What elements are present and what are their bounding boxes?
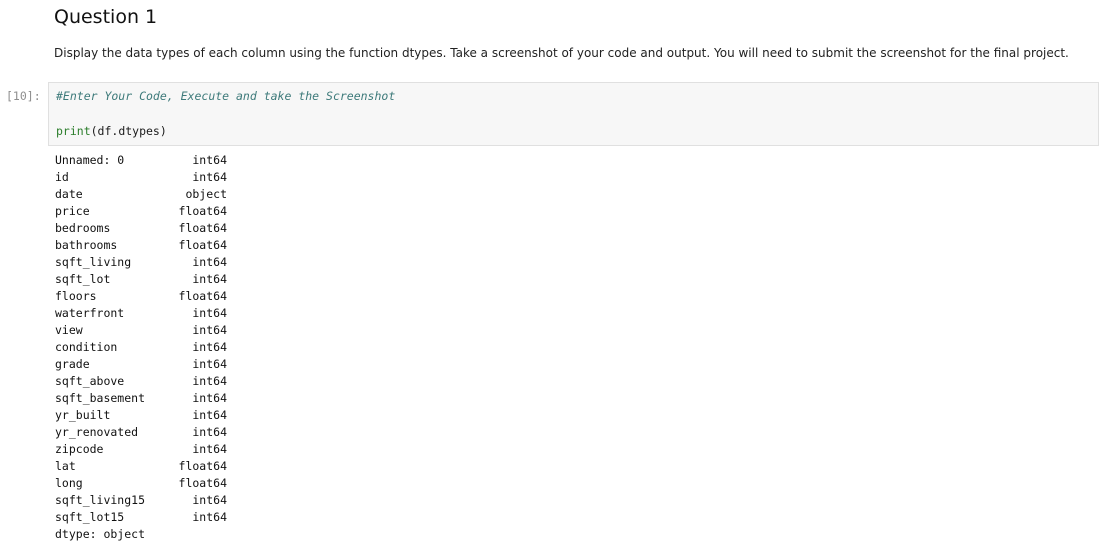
column-dtype: int64 xyxy=(192,170,227,184)
print-builtin: print xyxy=(56,124,91,138)
column-name: condition xyxy=(55,340,118,354)
column-dtype: float64 xyxy=(178,204,227,218)
dtype-row: waterfront int64 xyxy=(55,305,235,322)
column-name: bathrooms xyxy=(55,238,118,252)
column-name: zipcode xyxy=(55,442,104,456)
dtype-row: floors float64 xyxy=(55,288,235,305)
column-dtype: float64 xyxy=(178,289,227,303)
column-name: grade xyxy=(55,357,90,371)
column-name: Unnamed: 0 xyxy=(55,153,125,167)
question-heading: Question 1 xyxy=(54,6,158,28)
dtype-row: price float64 xyxy=(55,203,235,220)
column-dtype: int64 xyxy=(192,408,227,422)
column-dtype: float64 xyxy=(178,221,227,235)
column-name: sqft_lot xyxy=(55,272,111,286)
column-name: waterfront xyxy=(55,306,125,320)
cell-execution-prompt: [10]: xyxy=(6,89,41,103)
column-dtype: float64 xyxy=(178,476,227,490)
column-dtype: int64 xyxy=(192,272,227,286)
column-name: sqft_basement xyxy=(55,391,146,405)
column-name: floors xyxy=(55,289,97,303)
dtype-row: id int64 xyxy=(55,169,235,186)
column-name: price xyxy=(55,204,90,218)
dtype-row: sqft_lot15 int64 xyxy=(55,509,235,526)
column-name: lat xyxy=(55,459,76,473)
column-dtype: int64 xyxy=(192,357,227,371)
column-name: id xyxy=(55,170,69,184)
dtype-row: yr_renovated int64 xyxy=(55,424,235,441)
column-dtype: int64 xyxy=(192,442,227,456)
dtype-footer: dtype: object xyxy=(55,527,146,541)
dtype-row: condition int64 xyxy=(55,339,235,356)
column-name: yr_built xyxy=(55,408,111,422)
cell-output: Unnamed: 0 int64 id int64 date object price flo… xyxy=(55,152,235,543)
dtype-row: sqft_above int64 xyxy=(55,373,235,390)
dtype-row: view int64 xyxy=(55,322,235,339)
question-instructions: Display the data types of each column us… xyxy=(54,46,1069,60)
column-dtype: int64 xyxy=(192,323,227,337)
dtype-row: grade int64 xyxy=(55,356,235,373)
column-name: sqft_lot15 xyxy=(55,510,125,524)
column-name: bedrooms xyxy=(55,221,111,235)
dtype-row: sqft_living15 int64 xyxy=(55,492,235,509)
column-dtype: int64 xyxy=(192,340,227,354)
column-dtype: int64 xyxy=(192,255,227,269)
dtype-row: Unnamed: 0 int64 xyxy=(55,152,235,169)
dtype-row: lat float64 xyxy=(55,458,235,475)
code-comment: #Enter Your Code, Execute and take the S… xyxy=(56,89,396,103)
column-dtype: int64 xyxy=(192,425,227,439)
dtype-row: date object xyxy=(55,186,235,203)
dtype-row: yr_built int64 xyxy=(55,407,235,424)
code-statement: print(df.dtypes) xyxy=(56,124,167,138)
dtype-row: sqft_lot int64 xyxy=(55,271,235,288)
dtype-row: sqft_basement int64 xyxy=(55,390,235,407)
column-name: date xyxy=(55,187,83,201)
dtype-row: sqft_living int64 xyxy=(55,254,235,271)
dtype-row: long float64 xyxy=(55,475,235,492)
column-name: view xyxy=(55,323,83,337)
dtype-row: zipcode int64 xyxy=(55,441,235,458)
column-dtype: int64 xyxy=(192,391,227,405)
column-name: yr_renovated xyxy=(55,425,139,439)
column-dtype: int64 xyxy=(192,374,227,388)
column-dtype: object xyxy=(185,187,227,201)
column-dtype: float64 xyxy=(178,238,227,252)
code-cell-editor[interactable]: #Enter Your Code, Execute and take the S… xyxy=(48,82,1099,146)
column-dtype: int64 xyxy=(192,510,227,524)
column-name: sqft_living15 xyxy=(55,493,146,507)
column-dtype: int64 xyxy=(192,153,227,167)
column-name: sqft_above xyxy=(55,374,125,388)
column-dtype: int64 xyxy=(192,493,227,507)
print-arguments: (df.dtypes) xyxy=(90,124,167,138)
column-name: sqft_living xyxy=(55,255,132,269)
dtype-row: bedrooms float64 xyxy=(55,220,235,237)
column-dtype: float64 xyxy=(178,459,227,473)
column-name: long xyxy=(55,476,83,490)
column-dtype: int64 xyxy=(192,306,227,320)
dtype-row: bathrooms float64 xyxy=(55,237,235,254)
